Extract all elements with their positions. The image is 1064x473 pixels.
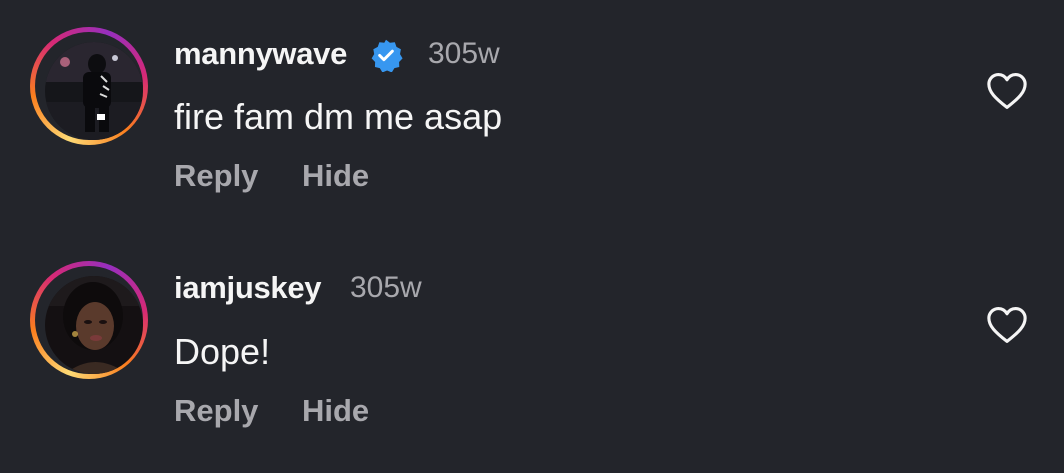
heart-outline-icon[interactable] (986, 306, 1028, 344)
story-ring[interactable] (30, 27, 148, 145)
reply-button[interactable]: Reply (174, 158, 258, 194)
comment-username[interactable]: iamjuskey (174, 270, 322, 306)
hide-button[interactable]: Hide (302, 158, 369, 194)
comment-timestamp: 305w (350, 271, 422, 304)
comment-username[interactable]: mannywave (174, 36, 347, 72)
hide-button[interactable]: Hide (302, 393, 369, 429)
comment-timestamp: 305w (428, 37, 500, 70)
avatar[interactable] (45, 276, 143, 374)
heart-outline-icon[interactable] (986, 72, 1028, 110)
verified-badge-icon (371, 39, 403, 72)
avatar[interactable] (45, 42, 143, 140)
comment-text: fire fam dm me asap (174, 96, 503, 137)
story-ring[interactable] (30, 261, 148, 379)
comment-text: Dope! (174, 331, 271, 372)
reply-button[interactable]: Reply (174, 393, 258, 429)
